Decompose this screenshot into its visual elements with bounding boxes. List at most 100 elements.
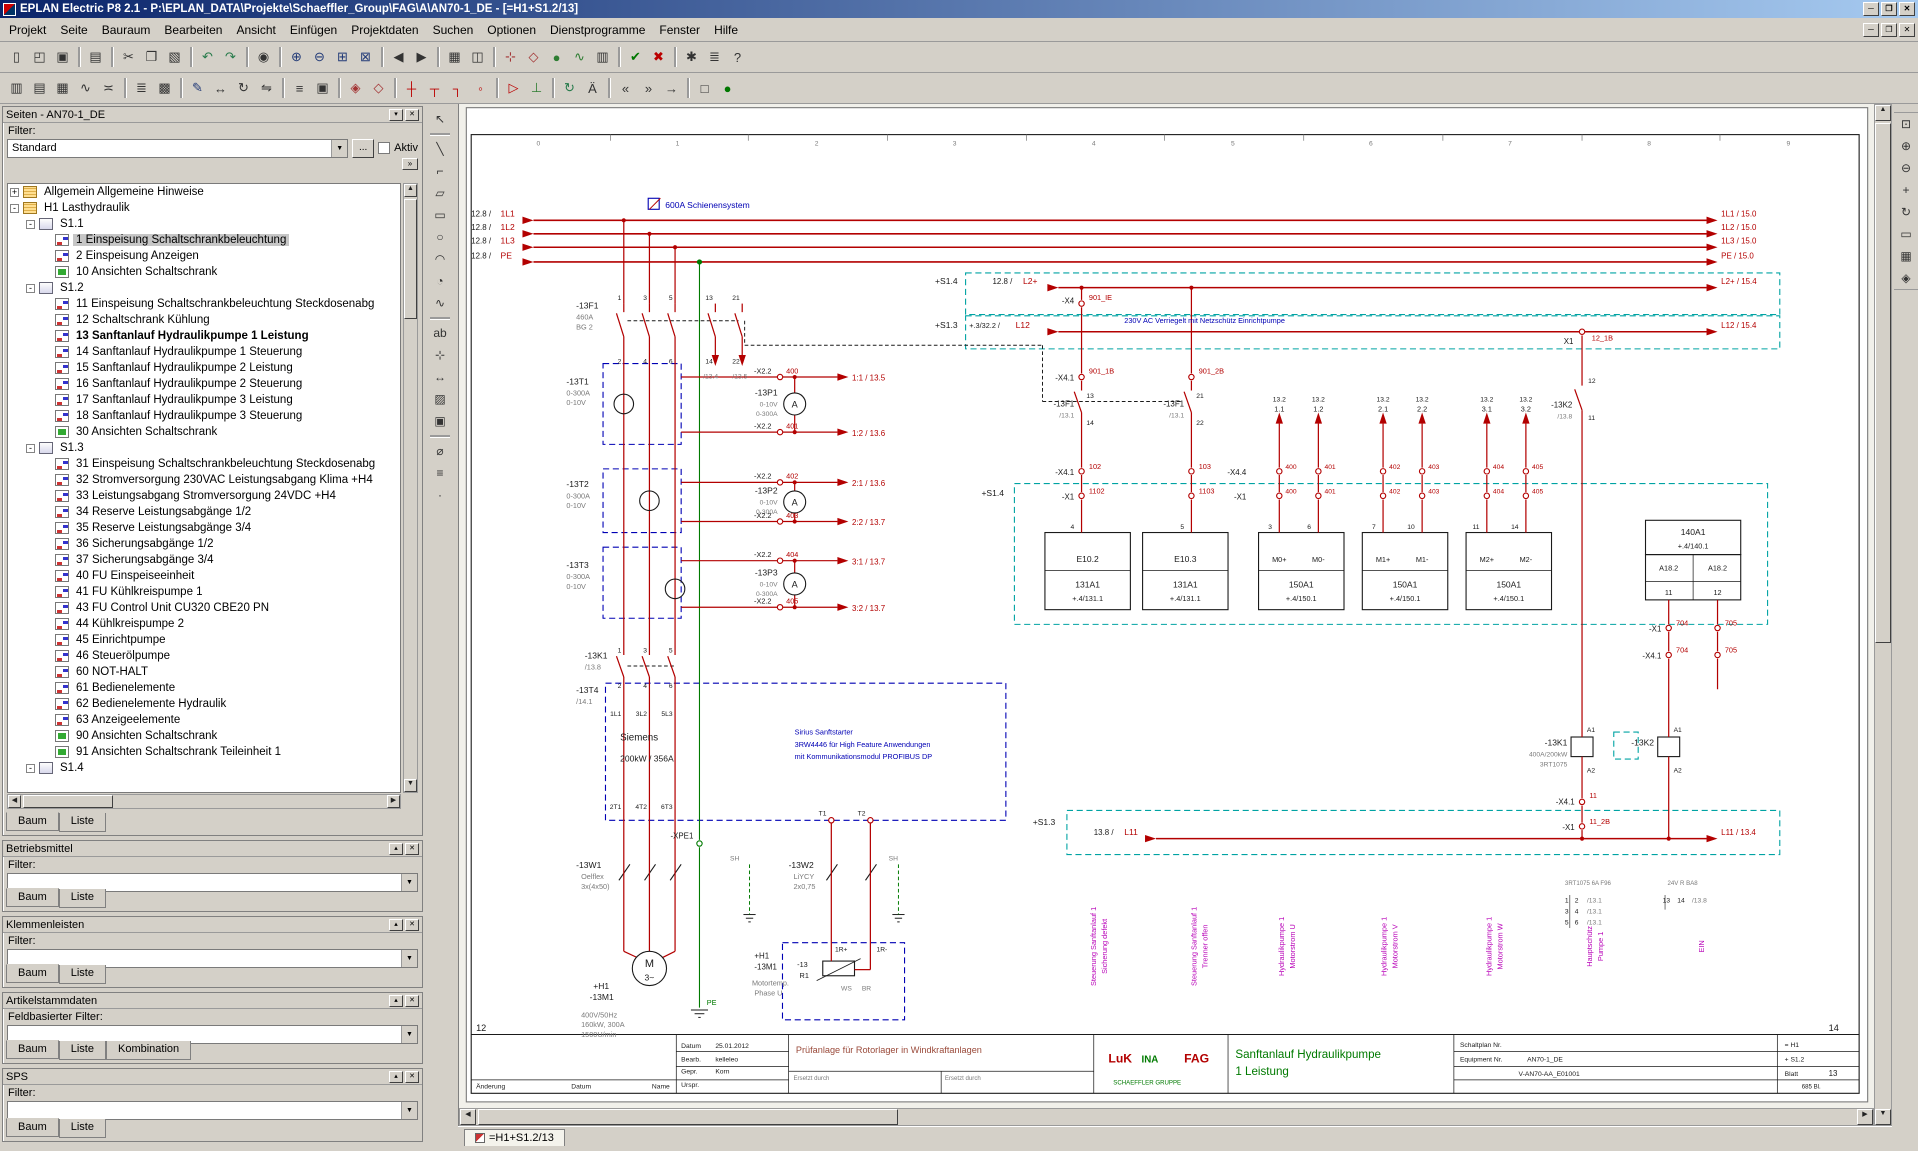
icon-zoom-in[interactable]: ⊕: [285, 46, 308, 68]
page-tree-item[interactable]: 13 Sanftanlauf Hydraulikpumpe 1 Leistung: [8, 328, 400, 344]
icon-rectangle[interactable]: ▭: [428, 204, 452, 226]
icon-group[interactable]: ▣: [311, 77, 334, 99]
tab-baum[interactable]: Baum: [6, 1118, 59, 1137]
filter-combobox[interactable]: ▼: [7, 1101, 418, 1120]
icon-point[interactable]: ·: [428, 484, 452, 506]
icon-rotate[interactable]: ↻: [232, 77, 255, 99]
page-tree-item[interactable]: 33 Leistungsabgang Stromversorgung 24VDC…: [8, 488, 400, 504]
icon-prev-page[interactable]: ◀: [387, 46, 410, 68]
combo-dropdown-icon[interactable]: ▼: [401, 1026, 417, 1043]
icon-circle[interactable]: ○: [428, 226, 452, 248]
page-tree-item[interactable]: 44 Kühlkreispumpe 2: [8, 616, 400, 632]
icon-zoom-out[interactable]: ⊖: [308, 46, 331, 68]
icon-new-page[interactable]: ▯: [5, 46, 28, 68]
page-tree-item[interactable]: 2 Einspeisung Anzeigen: [8, 248, 400, 264]
page-tree-item[interactable]: -S1.4: [8, 760, 400, 776]
combo-dropdown-icon[interactable]: ▼: [401, 874, 417, 891]
icon-cable-navigator[interactable]: ∿: [74, 77, 97, 99]
icon-insert-page-macro[interactable]: ◇: [367, 77, 390, 99]
panel-header[interactable]: Klemmenleisten▴✕: [3, 917, 422, 933]
combo-dropdown-icon[interactable]: ▼: [401, 950, 417, 967]
icon-update-connections[interactable]: ↻: [558, 77, 581, 99]
panel-header[interactable]: Artikelstammdaten▴✕: [3, 993, 422, 1009]
tree-expander[interactable]: -: [10, 204, 19, 213]
page-tree-item[interactable]: 15 Sanftanlauf Hydraulikpumpe 2 Leistung: [8, 360, 400, 376]
icon-potential[interactable]: ⊥: [525, 77, 548, 99]
icon-text[interactable]: ab: [428, 322, 452, 344]
icon-select[interactable]: ↖: [428, 108, 452, 130]
canvas-scroll-left-icon[interactable]: ◀: [460, 1109, 476, 1125]
tab-liste[interactable]: Liste: [59, 889, 106, 908]
tree-expander[interactable]: -: [26, 284, 35, 293]
icon-dimension[interactable]: ↔: [428, 366, 452, 388]
page-tree-item[interactable]: 30 Ansichten Schaltschrank: [8, 424, 400, 440]
icon-connection-navigator[interactable]: ≍: [97, 77, 120, 99]
icon-align[interactable]: ≡: [288, 77, 311, 99]
icon-settings[interactable]: ✱: [680, 46, 703, 68]
icon-find[interactable]: ◉: [252, 46, 275, 68]
icon-hatch[interactable]: ▨: [428, 388, 452, 410]
page-tree-item[interactable]: 17 Sanftanlauf Hydraulikpumpe 3 Leistung: [8, 392, 400, 408]
panel-collapse-button[interactable]: ▴: [389, 843, 403, 855]
page-tree-item[interactable]: 45 Einrichtpumpe: [8, 632, 400, 648]
tree-vscrollbar[interactable]: ▲ ▼: [403, 183, 418, 793]
icon-ruler[interactable]: ≡: [428, 462, 452, 484]
canvas-hscrollbar[interactable]: ◀ ▶: [459, 1108, 1874, 1126]
icon-first-sheet[interactable]: «: [614, 77, 637, 99]
page-tree-item[interactable]: -S1.1: [8, 216, 400, 232]
page-tree-item[interactable]: 37 Sicherungsabgänge 3/4: [8, 552, 400, 568]
menu-hilfe[interactable]: Hilfe: [707, 19, 745, 41]
icon-device-navigator[interactable]: ▥: [5, 77, 28, 99]
page-tree-item[interactable]: 63 Anzeigeelemente: [8, 712, 400, 728]
filter-browse-button[interactable]: ...: [352, 139, 374, 158]
icon-copy[interactable]: ❐: [140, 46, 163, 68]
icon-save[interactable]: ▣: [51, 46, 74, 68]
menu-dienstprogramme[interactable]: Dienstprogramme: [543, 19, 652, 41]
tree-expander[interactable]: +: [10, 188, 19, 197]
canvas-scroll-up-icon[interactable]: ▲: [1875, 105, 1891, 121]
tree-hscrollbar[interactable]: ◀ ▶: [7, 794, 401, 809]
icon-page-navigator[interactable]: ▦: [443, 46, 466, 68]
page-tree-item[interactable]: 18 Sanftanlauf Hydraulikpumpe 3 Steuerun…: [8, 408, 400, 424]
filter-combobox[interactable]: Standard ▼: [7, 139, 348, 158]
icon-polyline[interactable]: ⌐: [428, 160, 452, 182]
icon-redraw[interactable]: ↻: [1894, 201, 1918, 223]
canvas-scroll-right-icon[interactable]: ▶: [1857, 1109, 1873, 1125]
page-tree-item[interactable]: 11 Einspeisung Schaltschrankbeleuchtung …: [8, 296, 400, 312]
tab-baum[interactable]: Baum: [6, 812, 59, 831]
page-tree-item[interactable]: 16 Sanftanlauf Hydraulikpumpe 2 Steuerun…: [8, 376, 400, 392]
tab-liste[interactable]: Liste: [59, 965, 106, 984]
panel-collapse-button[interactable]: ▴: [389, 919, 403, 931]
icon-layers[interactable]: ≣: [703, 46, 726, 68]
tree-scroll-left-icon[interactable]: ◀: [8, 795, 21, 808]
page-tree-item[interactable]: 46 Steuerölpumpe: [8, 648, 400, 664]
filter-more-button[interactable]: »: [402, 158, 418, 170]
icon-plc-navigator[interactable]: ▦: [51, 77, 74, 99]
icon-measure[interactable]: ⌀: [428, 440, 452, 462]
icon-corner-node[interactable]: ┐: [446, 77, 469, 99]
page-tree-item[interactable]: 62 Bedienelemente Hydraulik: [8, 696, 400, 712]
icon-insert-terminal[interactable]: ●: [545, 46, 568, 68]
menu-seite[interactable]: Seite: [53, 19, 94, 41]
page-tab[interactable]: =H1+S1.2/13: [464, 1129, 565, 1146]
icon-move[interactable]: ↔: [209, 77, 232, 99]
page-tree-item[interactable]: 32 Stromversorgung 230VAC Leistungsabgan…: [8, 472, 400, 488]
icon-line[interactable]: ╲: [428, 138, 452, 160]
page-tree-item[interactable]: 91 Ansichten Schaltschrank Teileinheit 1: [8, 744, 400, 760]
icon-wire-junction[interactable]: ┼: [400, 77, 423, 99]
page-tree-item[interactable]: 40 FU Einspeiseeinheit: [8, 568, 400, 584]
icon-insert-window-macro[interactable]: ◈: [344, 77, 367, 99]
panel-close-button[interactable]: ✕: [405, 919, 419, 931]
icon-grid-toggle[interactable]: ▦: [1894, 245, 1918, 267]
icon-interruption-point[interactable]: ▷: [502, 77, 525, 99]
page-tree-item[interactable]: 60 NOT-HALT: [8, 664, 400, 680]
page-tree-item[interactable]: 43 FU Control Unit CU320 CBE20 PN: [8, 600, 400, 616]
icon-image-box[interactable]: ▣: [428, 410, 452, 432]
menu-suchen[interactable]: Suchen: [426, 19, 481, 41]
page-tree-item[interactable]: 14 Sanftanlauf Hydraulikpumpe 1 Steuerun…: [8, 344, 400, 360]
icon-t-node[interactable]: ┬: [423, 77, 446, 99]
panel-close-button[interactable]: ✕: [405, 995, 419, 1007]
tab-liste[interactable]: Liste: [59, 813, 106, 832]
panel-header[interactable]: Betriebsmittel▴✕: [3, 841, 422, 857]
page-tree-item[interactable]: 12 Schaltschrank Kühlung: [8, 312, 400, 328]
